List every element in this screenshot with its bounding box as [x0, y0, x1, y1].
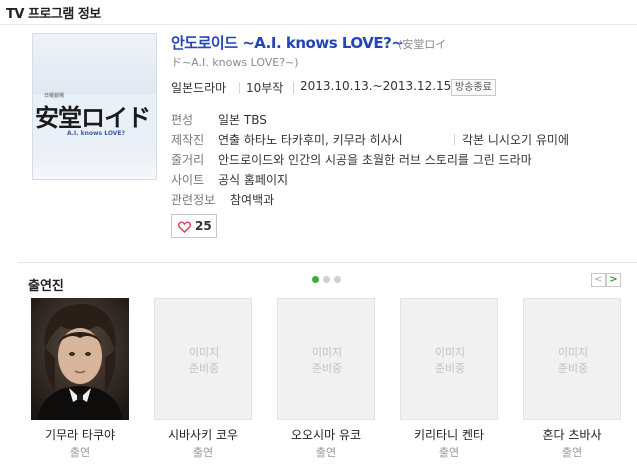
original-title-cont: ド~A.I. knows LOVE?~): [171, 56, 299, 69]
cast-photo-placeholder[interactable]: 이미지 준비중: [277, 298, 375, 420]
broadcaster-label: 편성: [171, 113, 194, 127]
director-value: 연출 하타노 타카후미, 키무라 히사시: [218, 133, 403, 147]
cast-photo-placeholder[interactable]: 이미지 준비중: [154, 298, 252, 420]
site-label: 사이트: [171, 173, 205, 187]
section-title: TV 프로그램 정보: [6, 7, 101, 22]
placeholder-line-1: 이미지: [311, 346, 343, 359]
placeholder-text: 이미지 준비중: [155, 345, 253, 377]
placeholder-line-1: 이미지: [557, 346, 589, 359]
cast-role: 출연: [561, 446, 583, 459]
cast-photo[interactable]: [31, 298, 129, 420]
prev-page-button[interactable]: <: [591, 273, 606, 287]
page-dot-3[interactable]: [334, 276, 341, 283]
related-link[interactable]: 참여백과: [230, 191, 274, 208]
meta-separator: [239, 82, 240, 94]
cast-role: 출연: [438, 446, 460, 459]
staff-label: 제작진: [171, 133, 205, 147]
page-dot-1[interactable]: [312, 276, 319, 283]
section-divider: [0, 24, 637, 25]
cast-name[interactable]: 키리타니 켄타: [388, 426, 510, 443]
placeholder-text: 이미지 준비중: [278, 345, 376, 377]
original-title: (安堂ロイ: [398, 38, 447, 51]
synopsis-label: 줄거리: [171, 153, 205, 167]
placeholder-line-1: 이미지: [434, 346, 466, 359]
cast-name[interactable]: 시바사키 코우: [142, 426, 264, 443]
episode-count: 10부작: [246, 81, 284, 95]
placeholder-line-2: 준비중: [557, 362, 589, 375]
synopsis-value: 안드로이드와 인간의 시공을 초월한 러브 스토리를 그린 드라마: [218, 153, 532, 167]
poster-logo: 安堂ロイド: [35, 103, 151, 132]
genre-link[interactable]: 일본드라마: [171, 79, 226, 96]
poster-subtitle: A.I. knows LOVE?: [67, 130, 125, 137]
drama-poster[interactable]: 日曜劇場 安堂ロイド A.I. knows LOVE?: [32, 33, 157, 180]
heart-icon: [178, 221, 191, 233]
meta-separator: [293, 82, 294, 94]
like-count: 25: [195, 219, 212, 233]
placeholder-text: 이미지 준비중: [524, 345, 622, 377]
placeholder-line-2: 준비중: [188, 362, 220, 375]
broadcaster-value: 일본 TBS: [218, 113, 267, 127]
air-dates: 2013.10.13.~2013.12.15.: [300, 79, 456, 93]
status-badge: 방송종료: [451, 79, 496, 96]
writer-value: 각본 니시오기 유미에: [462, 133, 569, 147]
next-page-button[interactable]: >: [606, 273, 621, 287]
cast-role: 출연: [192, 446, 214, 459]
related-label: 관련정보: [171, 193, 216, 207]
placeholder-text: 이미지 준비중: [401, 345, 499, 377]
cast-name[interactable]: 오오시마 유코: [265, 426, 387, 443]
official-site-link[interactable]: 공식 홈페이지: [218, 171, 288, 188]
placeholder-line-1: 이미지: [188, 346, 220, 359]
placeholder-line-2: 준비중: [434, 362, 466, 375]
staff-separator: [454, 134, 455, 145]
cast-role: 출연: [69, 446, 91, 459]
section-divider: [18, 262, 637, 263]
cast-photo-placeholder[interactable]: 이미지 준비중: [523, 298, 621, 420]
placeholder-line-2: 준비중: [311, 362, 343, 375]
cast-photo-placeholder[interactable]: 이미지 준비중: [400, 298, 498, 420]
cast-section-title: 출연진: [28, 279, 64, 294]
cast-name[interactable]: 기무라 타쿠야: [19, 426, 141, 443]
cast-role: 출연: [315, 446, 337, 459]
like-button[interactable]: 25: [171, 214, 217, 238]
cast-name[interactable]: 혼다 츠바사: [511, 426, 633, 443]
drama-title-link[interactable]: 안도로이드 ~A.I. knows LOVE?~: [171, 32, 404, 53]
page-dot-2[interactable]: [323, 276, 330, 283]
actor-photo-image: [31, 298, 129, 420]
